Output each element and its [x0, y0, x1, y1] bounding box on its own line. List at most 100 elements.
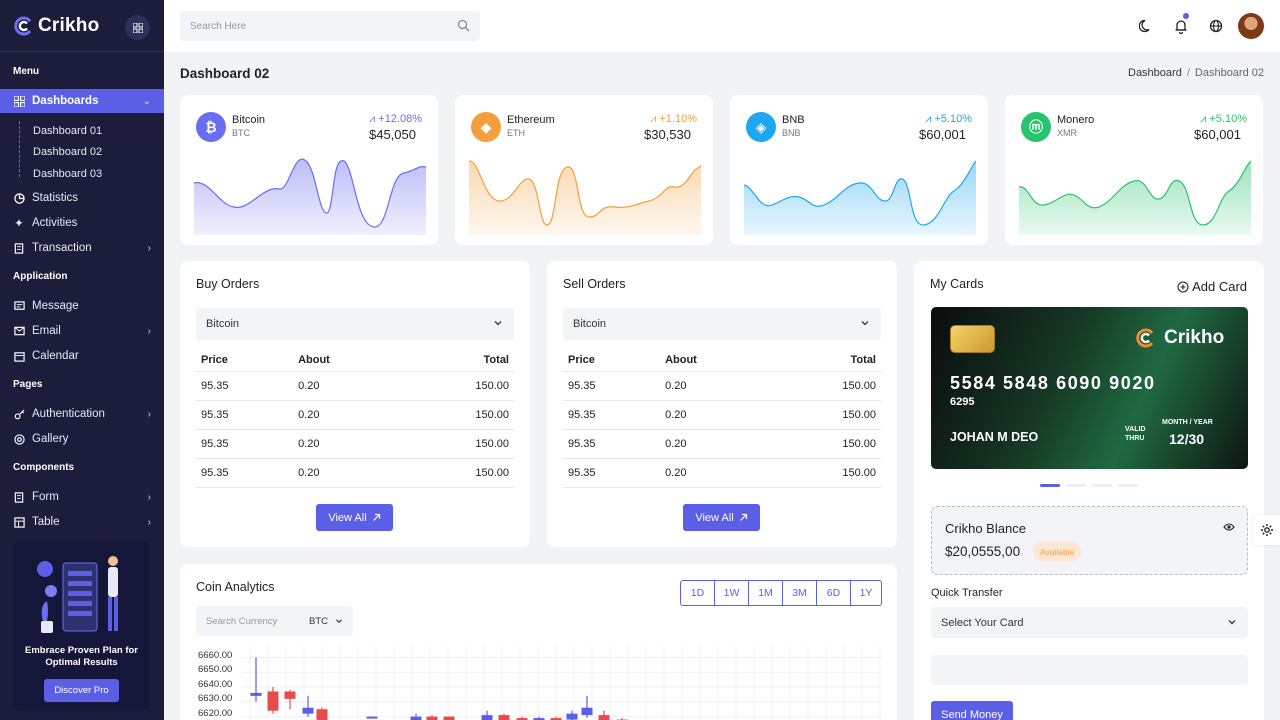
candlestick-chart: [242, 646, 882, 720]
sidebar-item-activities[interactable]: ✦ Activities: [0, 211, 164, 235]
search-icon[interactable]: [457, 19, 470, 32]
y-tick-label: 6640.00: [198, 679, 233, 690]
carousel-dot[interactable]: [1118, 484, 1138, 487]
candle: [481, 710, 493, 720]
sidebar-item-label: Statistics: [32, 192, 79, 204]
chevron-right-icon: ›: [147, 516, 151, 528]
sidebar-item-table[interactable]: Table ›: [0, 510, 164, 534]
balance-label: Crikho Blance: [945, 521, 1026, 536]
buy-orders-card: Buy Orders Bitcoin Price About Total 95.…: [180, 261, 530, 547]
sell-coin-select[interactable]: Bitcoin: [563, 308, 881, 340]
coin-name: Ethereum: [507, 114, 555, 126]
ethereum-icon: ◆: [471, 112, 501, 142]
sidebar-item-gallery[interactable]: Gallery: [0, 427, 164, 451]
sidebar-item-transaction[interactable]: Transaction ›: [0, 236, 164, 260]
settings-button[interactable]: [1253, 515, 1280, 545]
card-number: 5584 5848 6090 9020: [950, 373, 1156, 393]
table-row: 95.35 0.20 150.00: [196, 400, 514, 430]
candle-body: [426, 716, 438, 720]
coin-name: Bitcoin: [232, 114, 266, 126]
language-button[interactable]: [1207, 17, 1225, 35]
candle: [533, 716, 545, 720]
avatar[interactable]: [1238, 13, 1264, 39]
bnb-icon: ◈: [746, 112, 776, 142]
breadcrumb-current: Dashboard 02: [1194, 67, 1264, 79]
price-cell: 95.35: [196, 429, 294, 459]
about-cell: 0.20: [293, 429, 402, 459]
about-cell: 0.20: [660, 429, 769, 459]
candle: [426, 715, 438, 720]
search-placeholder: Search Currency: [206, 615, 278, 627]
candle: [581, 695, 593, 719]
currency-search-input[interactable]: Search Currency BTC: [196, 606, 353, 636]
buy-coin-select[interactable]: Bitcoin: [196, 308, 514, 340]
dark-mode-button[interactable]: [1137, 17, 1155, 35]
coin-card-bnb: ◈ BNB BNB ⩘ +5.10% $60,001: [730, 95, 988, 245]
buy-orders-table: Price About Total 95.35 0.20 150.00 95.35 0…: [196, 349, 514, 488]
breadcrumb-link[interactable]: Dashboard: [1128, 67, 1182, 79]
sidebar-subitem-dashboard-02[interactable]: Dashboard 02: [33, 146, 102, 158]
credit-card[interactable]: Crikho 5584 5848 6090 9020 6295 JOHAN M …: [931, 307, 1248, 469]
candle-body: [598, 715, 610, 720]
chevron-right-icon: ›: [147, 491, 151, 503]
coin-price: $30,530: [644, 127, 691, 142]
amount-input[interactable]: [931, 655, 1248, 685]
range-6d-button[interactable]: 6D: [817, 581, 851, 605]
total-cell: 150.00: [401, 429, 514, 459]
sidebar-item-form[interactable]: Form ›: [0, 485, 164, 509]
candle: [366, 716, 378, 719]
arrow-up-right-icon: [372, 513, 380, 521]
carousel-dot[interactable]: [1066, 484, 1086, 487]
discover-pro-button[interactable]: Discover Pro: [44, 679, 119, 702]
key-icon: [13, 408, 25, 420]
sidebar-item-message[interactable]: Message: [0, 294, 164, 318]
promo-illustration: [37, 556, 118, 633]
sidebar-item-email[interactable]: Email ›: [0, 319, 164, 343]
range-selector: 1D 1W 1M 3M 6D 1Y: [680, 580, 882, 606]
candle-body: [284, 691, 296, 699]
notifications-button[interactable]: [1172, 13, 1190, 35]
eye-icon[interactable]: [1223, 522, 1235, 532]
currency-select[interactable]: BTC: [309, 616, 328, 627]
coin-change-value: +5.10%: [934, 113, 972, 125]
arrow-up-right-icon: [739, 513, 747, 521]
buy-view-all-button[interactable]: View All: [316, 504, 393, 531]
table-row: 95.35 0.20 150.00: [563, 429, 881, 459]
coin-change: ⩘ +5.10%: [925, 113, 972, 126]
select-card-dropdown[interactable]: Select Your Card: [931, 607, 1248, 638]
range-1m-button[interactable]: 1M: [749, 581, 783, 605]
sidebar-item-label: Authentication: [32, 408, 105, 420]
about-cell: 0.20: [293, 400, 402, 430]
price-cell: 95.35: [563, 429, 661, 459]
send-money-button[interactable]: Send Money: [931, 701, 1013, 720]
sidebar-item-statistics[interactable]: Statistics: [0, 186, 164, 210]
range-1w-button[interactable]: 1W: [715, 581, 749, 605]
menu-toggle-button[interactable]: [125, 15, 150, 40]
carousel-dot[interactable]: [1092, 484, 1112, 487]
moon-icon: [1139, 19, 1150, 33]
sidebar: Crikho Menu Dashboards ⌄ Dashboard 01 Da…: [0, 0, 164, 720]
sidebar-item-label: Table: [32, 516, 60, 528]
sidebar-item-dashboards[interactable]: Dashboards ⌄: [0, 89, 164, 113]
sidebar-item-authentication[interactable]: Authentication ›: [0, 402, 164, 426]
y-tick-label: 6660.00: [198, 650, 233, 661]
sidebar-item-calendar[interactable]: Calendar: [0, 344, 164, 368]
expiry-label: MONTH / YEAR: [1162, 419, 1213, 426]
sidebar-subitem-dashboard-03[interactable]: Dashboard 03: [33, 168, 102, 180]
total-cell: 150.00: [401, 400, 514, 430]
balance-box: Crikho Blance $20,0555,00 Available: [931, 506, 1248, 575]
range-1y-button[interactable]: 1Y: [851, 581, 881, 605]
table-icon: [13, 516, 25, 528]
range-1d-button[interactable]: 1D: [681, 581, 715, 605]
sparkline-chart: [194, 158, 426, 235]
range-3m-button[interactable]: 3M: [783, 581, 817, 605]
sell-view-all-button[interactable]: View All: [683, 504, 760, 531]
section-menu: Menu: [13, 66, 40, 77]
carousel-dot-active[interactable]: [1040, 484, 1060, 487]
valid-label: VALID: [1125, 426, 1146, 433]
add-card-button[interactable]: Add Card: [1177, 279, 1247, 294]
search-input[interactable]: Search Here: [180, 11, 480, 41]
coin-price: $45,050: [369, 127, 416, 142]
select-value: Bitcoin: [573, 318, 607, 330]
sidebar-subitem-dashboard-01[interactable]: Dashboard 01: [33, 125, 102, 137]
